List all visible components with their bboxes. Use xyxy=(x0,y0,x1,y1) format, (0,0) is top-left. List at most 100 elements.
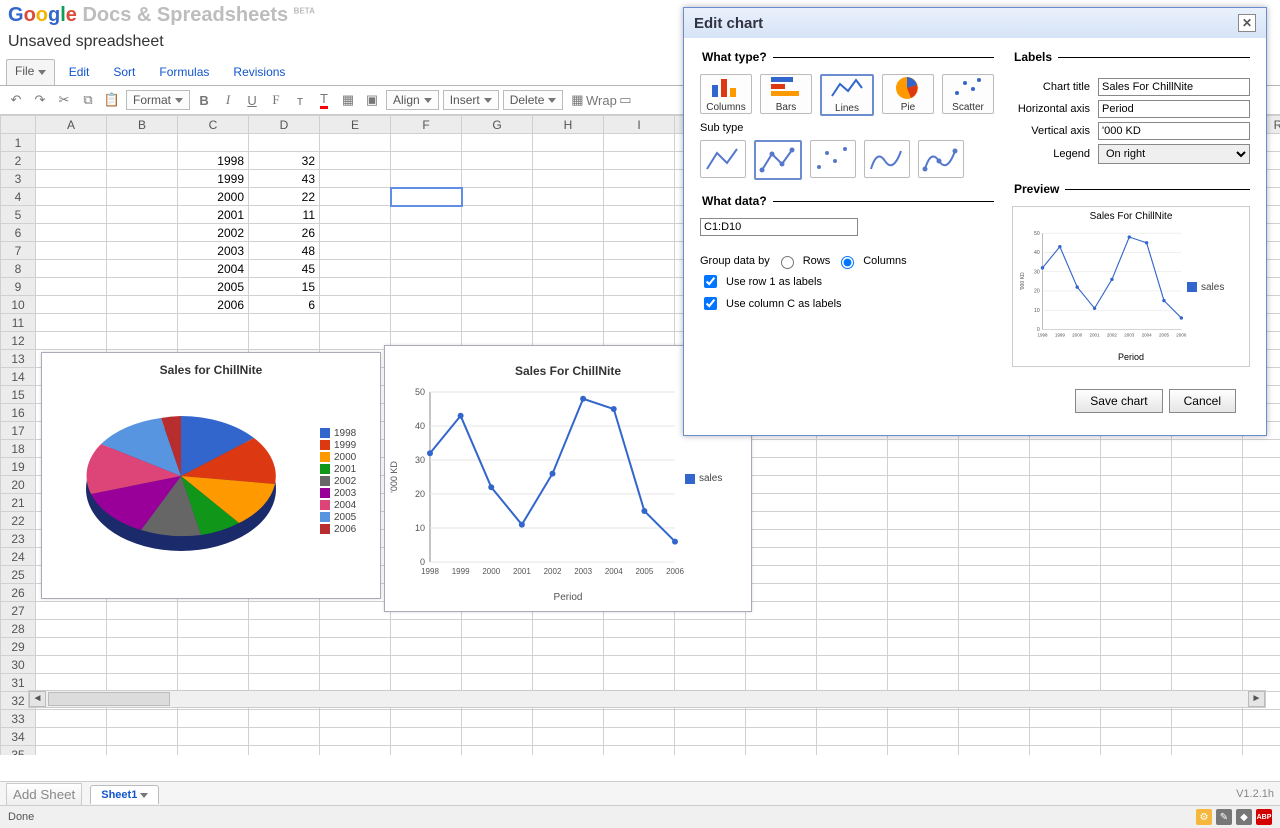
cell-I29[interactable] xyxy=(604,638,675,656)
row-header-29[interactable]: 29 xyxy=(1,638,36,656)
cell-B1[interactable] xyxy=(107,134,178,152)
cell-H35[interactable] xyxy=(533,746,604,756)
cell-A6[interactable] xyxy=(36,224,107,242)
cell-O34[interactable] xyxy=(1030,728,1101,746)
row-header-20[interactable]: 20 xyxy=(1,476,36,494)
cell-C5[interactable]: 2001 xyxy=(178,206,249,224)
cell-A7[interactable] xyxy=(36,242,107,260)
cell-O19[interactable] xyxy=(1030,458,1101,476)
cell-D34[interactable] xyxy=(249,728,320,746)
cell-A29[interactable] xyxy=(36,638,107,656)
cell-P27[interactable] xyxy=(1101,602,1172,620)
cell-H28[interactable] xyxy=(533,620,604,638)
cell-B6[interactable] xyxy=(107,224,178,242)
cell-Q34[interactable] xyxy=(1172,728,1243,746)
cell-P19[interactable] xyxy=(1101,458,1172,476)
cell-A2[interactable] xyxy=(36,152,107,170)
cell-A4[interactable] xyxy=(36,188,107,206)
cell-L23[interactable] xyxy=(817,530,888,548)
row-header-23[interactable]: 23 xyxy=(1,530,36,548)
cell-E27[interactable] xyxy=(320,602,391,620)
chart-type-columns[interactable]: Columns xyxy=(700,74,752,114)
cell-C27[interactable] xyxy=(178,602,249,620)
menu-sort[interactable]: Sort xyxy=(103,59,145,85)
cell-M28[interactable] xyxy=(888,620,959,638)
cell-G33[interactable] xyxy=(462,710,533,728)
cell-H3[interactable] xyxy=(533,170,604,188)
cell-B10[interactable] xyxy=(107,296,178,314)
col-header-A[interactable]: A xyxy=(36,116,107,134)
cell-N23[interactable] xyxy=(959,530,1030,548)
cell-C29[interactable] xyxy=(178,638,249,656)
file-menu[interactable]: File xyxy=(6,59,55,85)
cell-Q29[interactable] xyxy=(1172,638,1243,656)
cell-C6[interactable]: 2002 xyxy=(178,224,249,242)
cell-R25[interactable] xyxy=(1243,566,1280,584)
cell-O20[interactable] xyxy=(1030,476,1101,494)
cell-D31[interactable] xyxy=(249,674,320,692)
cell-D4[interactable]: 22 xyxy=(249,188,320,206)
cell-J30[interactable] xyxy=(675,656,746,674)
cell-Q25[interactable] xyxy=(1172,566,1243,584)
cell-K20[interactable] xyxy=(746,476,817,494)
cell-N31[interactable] xyxy=(959,674,1030,692)
cell-E10[interactable] xyxy=(320,296,391,314)
cell-E7[interactable] xyxy=(320,242,391,260)
cell-K23[interactable] xyxy=(746,530,817,548)
cell-R20[interactable] xyxy=(1243,476,1280,494)
cell-P23[interactable] xyxy=(1101,530,1172,548)
cell-P31[interactable] xyxy=(1101,674,1172,692)
cell-G1[interactable] xyxy=(462,134,533,152)
cell-A8[interactable] xyxy=(36,260,107,278)
cell-H10[interactable] xyxy=(533,296,604,314)
col-header-E[interactable]: E xyxy=(320,116,391,134)
status-icon-2[interactable]: ✎ xyxy=(1216,809,1232,825)
cell-F5[interactable] xyxy=(391,206,462,224)
cell-E1[interactable] xyxy=(320,134,391,152)
row-header-5[interactable]: 5 xyxy=(1,206,36,224)
cell-C30[interactable] xyxy=(178,656,249,674)
cell-J28[interactable] xyxy=(675,620,746,638)
border-icon[interactable]: ▦ xyxy=(567,90,587,110)
cell-H6[interactable] xyxy=(533,224,604,242)
cell-C9[interactable]: 2005 xyxy=(178,278,249,296)
col-header-D[interactable]: D xyxy=(249,116,320,134)
cell-J34[interactable] xyxy=(675,728,746,746)
dialog-titlebar[interactable]: Edit chart ✕ xyxy=(684,8,1266,38)
row-header-28[interactable]: 28 xyxy=(1,620,36,638)
vaxis-input[interactable] xyxy=(1098,122,1250,140)
cell-L26[interactable] xyxy=(817,584,888,602)
cell-Q31[interactable] xyxy=(1172,674,1243,692)
cell-A5[interactable] xyxy=(36,206,107,224)
chart-type-lines[interactable]: Lines xyxy=(820,74,874,116)
cell-N24[interactable] xyxy=(959,548,1030,566)
cell-N25[interactable] xyxy=(959,566,1030,584)
cell-M20[interactable] xyxy=(888,476,959,494)
cell-M25[interactable] xyxy=(888,566,959,584)
cell-N27[interactable] xyxy=(959,602,1030,620)
chart-type-bars[interactable]: Bars xyxy=(760,74,812,114)
cell-H11[interactable] xyxy=(533,314,604,332)
cell-I4[interactable] xyxy=(604,188,675,206)
cell-I35[interactable] xyxy=(604,746,675,756)
cell-N35[interactable] xyxy=(959,746,1030,756)
cell-L27[interactable] xyxy=(817,602,888,620)
line-subtype-0[interactable] xyxy=(700,140,746,178)
close-icon[interactable]: ✕ xyxy=(1238,14,1256,32)
cell-Q18[interactable] xyxy=(1172,440,1243,458)
cell-F34[interactable] xyxy=(391,728,462,746)
row-header-6[interactable]: 6 xyxy=(1,224,36,242)
cell-A11[interactable] xyxy=(36,314,107,332)
cut-icon[interactable]: ✂ xyxy=(54,90,74,110)
cell-M27[interactable] xyxy=(888,602,959,620)
cell-C11[interactable] xyxy=(178,314,249,332)
cell-E12[interactable] xyxy=(320,332,391,350)
row-header-31[interactable]: 31 xyxy=(1,674,36,692)
cell-P26[interactable] xyxy=(1101,584,1172,602)
cell-D9[interactable]: 15 xyxy=(249,278,320,296)
cell-P25[interactable] xyxy=(1101,566,1172,584)
cell-O30[interactable] xyxy=(1030,656,1101,674)
cell-R23[interactable] xyxy=(1243,530,1280,548)
fill-color-icon[interactable]: ▦ xyxy=(338,90,358,110)
row-header-11[interactable]: 11 xyxy=(1,314,36,332)
